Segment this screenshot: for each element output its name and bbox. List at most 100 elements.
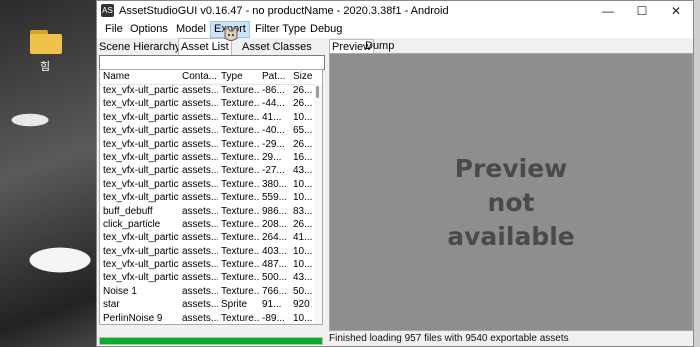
cell-name: tex_vfx-ult_partic...: [103, 138, 179, 150]
cell-name: buff_debuff: [103, 205, 153, 217]
cell-size: 83...: [293, 205, 313, 217]
cell-path-id: -89...: [262, 312, 285, 324]
cell-size: 10...: [293, 259, 313, 271]
maximize-button[interactable]: ☐: [625, 1, 659, 21]
cell-path-id: 487...: [262, 259, 288, 271]
cell-size: 43...: [293, 272, 313, 284]
cell-container: assets...: [182, 232, 218, 244]
column-type[interactable]: Type: [221, 71, 259, 82]
column-size[interactable]: Size: [293, 71, 315, 82]
table-row[interactable]: tex_vfx-ult_partic... assets... Texture...…: [100, 178, 314, 191]
cell-container: assets...: [182, 259, 218, 271]
asset-list-header: Name Conta... Type Pat... Size: [100, 70, 322, 85]
table-row[interactable]: tex_vfx-ult_partic... assets... Texture...…: [100, 271, 314, 284]
vertical-scrollbar[interactable]: [314, 84, 322, 324]
search-input[interactable]: [99, 55, 325, 70]
table-row[interactable]: tex_vfx-ult_partic... assets... Texture...…: [100, 245, 314, 258]
preview-line: available: [447, 222, 575, 251]
menu-bar: File Options Model Export Filter Type De…: [97, 21, 693, 38]
preview-line: Preview: [454, 154, 568, 183]
tab-scene-hierarchy[interactable]: Scene Hierarchy: [97, 40, 182, 54]
cell-path-id: 766...: [262, 285, 288, 297]
cell-type: Texture...: [221, 165, 259, 177]
table-row[interactable]: PerlinNoise 9 assets... Texture... -89... 10…: [100, 312, 314, 324]
cell-size: 10...: [293, 192, 313, 204]
right-panel: Preview Dump Preview not available Finis…: [328, 38, 693, 346]
cell-type: Texture...: [221, 259, 259, 271]
window-title: AssetStudioGUI v0.16.47 - no productName…: [119, 5, 449, 17]
cell-name: tex_vfx-ult_partic...: [103, 272, 179, 284]
table-row[interactable]: tex_vfx-ult_partic... assets... Texture...…: [100, 138, 314, 151]
app-icon: AS: [101, 4, 114, 17]
cell-path-id: 264...: [262, 232, 288, 244]
cell-name: tex_vfx-ult_partic...: [103, 245, 179, 257]
cell-name: tex_vfx-ult_partic...: [103, 85, 179, 96]
tab-asset-classes[interactable]: Asset Classes: [240, 40, 314, 54]
app-window: AS AssetStudioGUI v0.16.47 - no productN…: [96, 0, 694, 347]
menu-debug[interactable]: Debug: [307, 22, 345, 37]
menu-filter-type[interactable]: Filter Type: [252, 22, 309, 37]
left-panel: Scene Hierarchy Asset List Asset Classes…: [97, 38, 326, 346]
cell-path-id: 500...: [262, 272, 288, 284]
table-row[interactable]: Noise 1 assets... Texture... 766... 50...: [100, 285, 314, 298]
cell-path-id: -86...: [262, 85, 285, 96]
cell-path-id: 559...: [262, 192, 288, 204]
cell-type: Texture...: [221, 205, 259, 217]
preview-unavailable-message: Preview not available: [330, 152, 692, 254]
cell-container: assets...: [182, 125, 218, 137]
menu-model[interactable]: Model: [173, 22, 209, 37]
column-container[interactable]: Conta...: [182, 71, 218, 82]
cell-type: Texture...: [221, 192, 259, 204]
table-row[interactable]: click_particle assets... Texture... 208... 2…: [100, 218, 314, 231]
cell-size: 10...: [293, 111, 313, 123]
cell-container: assets...: [182, 218, 218, 230]
cell-container: assets...: [182, 245, 218, 257]
column-name[interactable]: Name: [103, 71, 179, 82]
cell-type: Texture...: [221, 98, 259, 110]
cell-path-id: 403...: [262, 245, 288, 257]
table-row[interactable]: tex_vfx-ult_partic... assets... Texture...…: [100, 231, 314, 244]
cell-path-id: 29...: [262, 151, 282, 163]
cell-name: tex_vfx-ult_partic...: [103, 192, 179, 204]
table-row[interactable]: star assets... Sprite 91... 920: [100, 298, 314, 311]
cell-path-id: 91...: [262, 299, 282, 311]
status-bar-text: Finished loading 957 files with 9540 exp…: [329, 333, 569, 344]
table-row[interactable]: tex_vfx-ult_partic... assets... Texture...…: [100, 124, 314, 137]
cell-container: assets...: [182, 299, 218, 311]
title-bar[interactable]: AS AssetStudioGUI v0.16.47 - no productN…: [97, 1, 693, 21]
cell-name: tex_vfx-ult_partic...: [103, 178, 179, 190]
menu-file[interactable]: File: [102, 22, 126, 37]
table-row[interactable]: tex_vfx-ult_partic... assets... Texture...…: [100, 97, 314, 110]
asset-list[interactable]: Name Conta... Type Pat... Size tex_vfx-u…: [99, 69, 323, 325]
cell-type: Texture...: [221, 285, 259, 297]
folder-label[interactable]: 힘: [40, 58, 50, 74]
cell-size: 41...: [293, 232, 313, 244]
close-button[interactable]: ✕: [659, 1, 693, 21]
cell-path-id: -44...: [262, 98, 285, 110]
scrollbar-thumb[interactable]: [316, 86, 319, 98]
menu-options[interactable]: Options: [127, 22, 171, 37]
cell-container: assets...: [182, 205, 218, 217]
cell-size: 26...: [293, 98, 313, 110]
table-row[interactable]: tex_vfx-ult_partic... assets... Texture...…: [100, 258, 314, 271]
cell-path-id: 41...: [262, 111, 282, 123]
cell-size: 10...: [293, 178, 313, 190]
table-row[interactable]: tex_vfx-ult_partic... assets... Texture...…: [100, 191, 314, 204]
folder-icon[interactable]: [30, 30, 62, 54]
cell-container: assets...: [182, 151, 218, 163]
minimize-button[interactable]: —: [591, 1, 625, 21]
tab-dump[interactable]: Dump: [365, 39, 394, 53]
table-row[interactable]: buff_debuff assets... Texture... 986... 83..…: [100, 205, 314, 218]
table-row[interactable]: tex_vfx-ult_partic... assets... Texture...…: [100, 151, 314, 164]
table-row[interactable]: tex_vfx-ult_partic... assets... Texture...…: [100, 111, 314, 124]
column-path-id[interactable]: Pat...: [262, 71, 290, 82]
cell-container: assets...: [182, 312, 218, 324]
table-row[interactable]: tex_vfx-ult_partic... assets... Texture...…: [100, 84, 314, 97]
cell-path-id: 208...: [262, 218, 288, 230]
cell-name: tex_vfx-ult_partic...: [103, 125, 179, 137]
cell-type: Texture...: [221, 178, 259, 190]
cell-container: assets...: [182, 192, 218, 204]
table-row[interactable]: tex_vfx-ult_partic... assets... Texture...…: [100, 164, 314, 177]
cell-size: 43...: [293, 165, 313, 177]
cell-name: tex_vfx-ult_partic...: [103, 151, 179, 163]
